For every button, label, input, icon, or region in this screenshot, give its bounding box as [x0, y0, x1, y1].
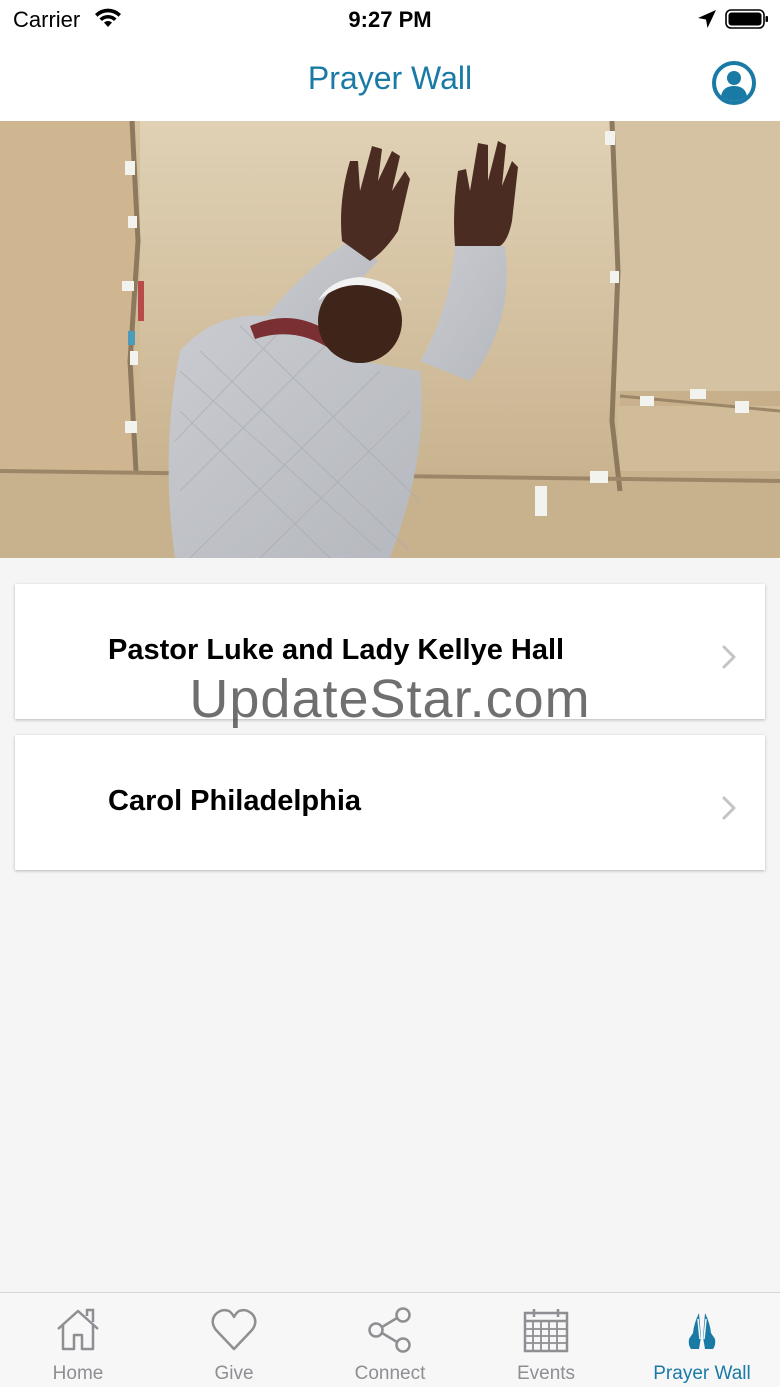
status-time: 9:27 PM: [348, 7, 432, 32]
tab-home-label: Home: [52, 1363, 104, 1384]
tab-give[interactable]: Give: [156, 1293, 312, 1387]
share-icon: [368, 1307, 411, 1353]
heart-icon: [211, 1308, 257, 1351]
list-item[interactable]: Pastor Luke and Lady Kellye Hall: [15, 584, 765, 719]
tab-prayer-wall[interactable]: Prayer Wall: [624, 1293, 780, 1387]
praying-hands-icon: [688, 1313, 716, 1349]
tab-bar: Home Give Connect Events Prayer Wall: [0, 1292, 780, 1387]
tab-events-label: Events: [516, 1363, 576, 1384]
tab-prayer-wall-label: Prayer Wall: [653, 1363, 751, 1384]
page-title: Prayer Wall: [307, 60, 473, 96]
chevron-right-icon: [722, 796, 736, 820]
location-arrow-icon: [698, 10, 716, 28]
hero-image: [0, 121, 780, 558]
calendar-icon: [523, 1309, 569, 1353]
chevron-right-icon: [722, 645, 736, 669]
tab-events[interactable]: Events: [468, 1293, 624, 1387]
status-bar: Carrier 9:27 PM: [0, 0, 780, 40]
nav-bar: Prayer Wall: [0, 40, 780, 121]
battery-icon: [725, 9, 768, 29]
list-item[interactable]: Carol Philadelphia: [15, 735, 765, 870]
tab-connect[interactable]: Connect: [312, 1293, 468, 1387]
list-item-title: Pastor Luke and Lady Kellye Hall: [108, 634, 565, 666]
tab-connect-label: Connect: [354, 1363, 426, 1384]
user-circle-icon[interactable]: [712, 61, 756, 105]
tab-give-label: Give: [214, 1363, 254, 1384]
praying-at-wall-photo: [0, 121, 780, 558]
tab-home[interactable]: Home: [0, 1293, 156, 1387]
home-icon: [57, 1308, 99, 1351]
list-item-title: Carol Philadelphia: [108, 785, 361, 817]
